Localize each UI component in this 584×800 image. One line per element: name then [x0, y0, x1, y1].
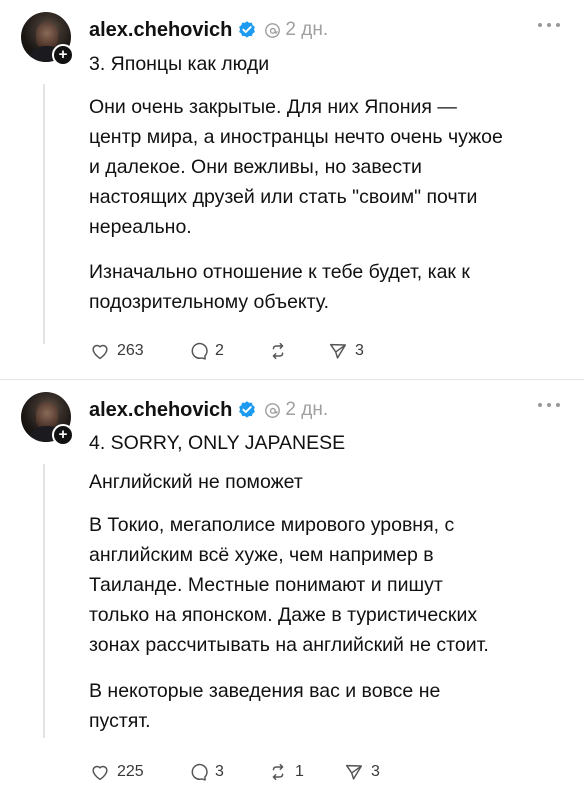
more-horizontal-icon[interactable] [537, 400, 561, 410]
thread-line [43, 464, 45, 738]
send-icon [329, 343, 347, 359]
post: + alex.chehovich 2 дн. 3. Японцы как люд… [0, 12, 584, 372]
comment-count: 3 [215, 763, 224, 780]
comment-count: 2 [215, 342, 224, 359]
repost-count: 1 [295, 763, 304, 780]
repost-icon [272, 342, 284, 360]
repost-button[interactable]: 1 [267, 760, 304, 784]
post-time: 2 дн. [285, 399, 329, 420]
follow-plus-icon[interactable]: + [52, 44, 74, 66]
threads-logo-icon [265, 22, 281, 38]
avatar[interactable]: + [21, 12, 74, 66]
threads-logo-icon [265, 402, 281, 418]
like-button[interactable]: 263 [89, 339, 144, 363]
post-paragraph: Английский не поможет [89, 471, 303, 493]
verified-badge-icon [239, 401, 256, 418]
avatar[interactable]: + [21, 392, 74, 446]
post-header: alex.chehovich 2 дн. [89, 396, 328, 424]
share-button[interactable]: 3 [327, 339, 364, 363]
like-count: 225 [117, 763, 144, 780]
post-header: alex.chehovich 2 дн. [89, 16, 328, 44]
like-count: 263 [117, 342, 144, 359]
share-count: 3 [355, 342, 364, 359]
post-paragraph: В некоторые заведения вас и вовсе не пус… [89, 680, 441, 732]
comment-button[interactable]: 2 [187, 339, 224, 363]
username[interactable]: alex.chehovich [89, 399, 232, 422]
username[interactable]: alex.chehovich [89, 19, 232, 42]
share-count: 3 [371, 763, 380, 780]
repost-icon [272, 763, 284, 781]
post-paragraph: Изначально отношение к тебе будет, как к… [89, 261, 470, 313]
comment-button[interactable]: 3 [187, 760, 224, 784]
verified-badge-icon [239, 21, 256, 38]
heart-icon [92, 765, 108, 781]
thread-line [43, 84, 45, 344]
repost-button[interactable] [267, 339, 295, 363]
heart-icon [92, 344, 108, 360]
send-icon [345, 764, 363, 780]
post: + alex.chehovich 2 дн. 4. SORRY, ONLY JA… [0, 392, 584, 792]
post-time: 2 дн. [285, 19, 329, 40]
post-title: 3. Японцы как люди [89, 53, 270, 75]
comment-icon [191, 342, 208, 360]
like-button[interactable]: 225 [89, 760, 144, 784]
post-divider [0, 379, 584, 380]
follow-plus-icon[interactable]: + [52, 424, 74, 446]
share-button[interactable]: 3 [343, 760, 380, 784]
post-paragraph: Они очень закрытые. Для них Япония — цен… [89, 96, 503, 238]
post-title: 4. SORRY, ONLY JAPANESE [89, 432, 346, 454]
comment-icon [191, 763, 208, 781]
more-horizontal-icon[interactable] [537, 20, 561, 30]
post-paragraph: В Токио, мегаполисе мирового уровня, с а… [89, 514, 489, 656]
